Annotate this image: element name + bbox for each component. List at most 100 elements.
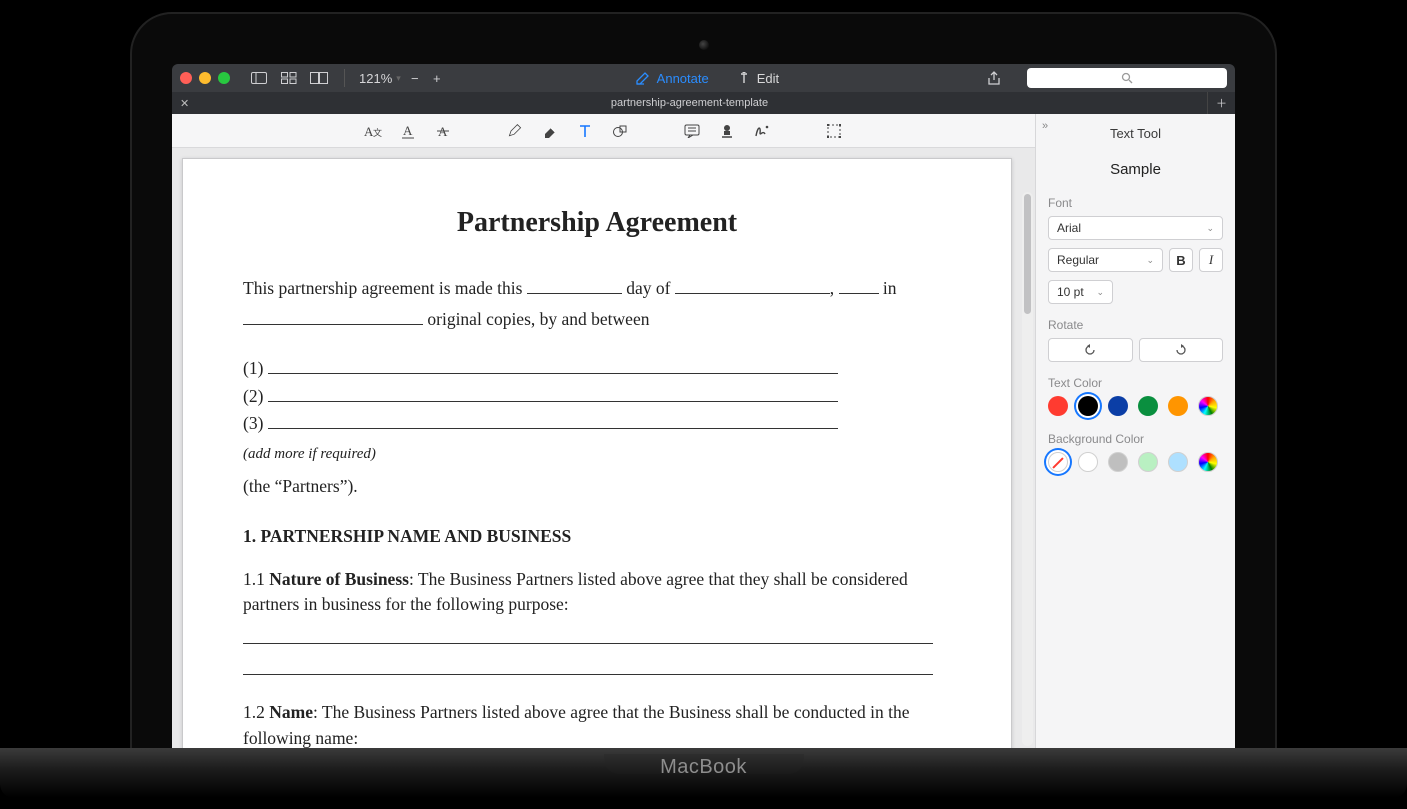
vertical-scrollbar[interactable]	[1022, 192, 1033, 746]
strikethrough-tool[interactable]: A	[430, 118, 456, 144]
annotate-icon	[635, 70, 651, 86]
pencil-tool[interactable]	[502, 118, 528, 144]
doc-title: Partnership Agreement	[243, 203, 951, 244]
zoom-level-select[interactable]: 121% ▾	[359, 71, 401, 86]
font-family-select[interactable]: Arial ⌄	[1048, 216, 1223, 240]
chevron-down-icon: ⌄	[1146, 255, 1154, 266]
underline-tool[interactable]: A	[395, 118, 421, 144]
italic-toggle[interactable]: I	[1199, 248, 1223, 272]
document-area: A文 A A	[172, 114, 1035, 750]
text-color-swatch[interactable]	[1168, 396, 1188, 416]
titlebar: 121% ▾ − + Annotate Edit	[172, 64, 1235, 92]
bg-color-picker-button[interactable]	[1198, 452, 1218, 472]
text-color-swatch[interactable]	[1048, 396, 1068, 416]
annotate-mode-label: Annotate	[657, 71, 709, 86]
partner-line-3: (3)	[243, 411, 951, 436]
font-size-select[interactable]: 10 pt ⌄	[1048, 280, 1113, 304]
font-section-label: Font	[1048, 196, 1223, 210]
add-tab-button[interactable]: ＋	[1207, 92, 1235, 114]
rotate-cw-button[interactable]	[1139, 338, 1224, 362]
doc-addmore-note: (add more if required)	[243, 444, 951, 466]
close-window-button[interactable]	[180, 72, 192, 84]
sidebar-panel-title: Text Tool	[1048, 126, 1223, 141]
text-color-section-label: Text Color	[1048, 376, 1223, 390]
separator	[344, 69, 345, 87]
bg-color-swatch[interactable]	[1108, 452, 1128, 472]
webcam-icon	[699, 40, 709, 50]
bg-color-swatch[interactable]	[1138, 452, 1158, 472]
share-button[interactable]	[983, 67, 1005, 89]
zoom-in-button[interactable]: +	[429, 67, 445, 89]
doc-intro-line2: original copies, by and between	[243, 307, 951, 332]
edit-mode-label: Edit	[757, 71, 779, 86]
font-size-value: 10 pt	[1057, 285, 1084, 299]
tab-document[interactable]: ✕ partnership-agreement-template	[172, 92, 1207, 114]
collapse-sidebar-button[interactable]: »	[1042, 120, 1048, 132]
rotate-cw-icon	[1174, 343, 1188, 357]
font-family-value: Arial	[1057, 221, 1081, 235]
note-tool[interactable]	[679, 118, 705, 144]
text-color-picker-button[interactable]	[1198, 396, 1218, 416]
rotate-ccw-icon	[1083, 343, 1097, 357]
annotation-toolbar: A文 A A	[172, 114, 1035, 148]
doc-section-1-1: 1.1 Nature of Business: The Business Par…	[243, 567, 951, 618]
svg-text:A: A	[403, 123, 413, 138]
zoom-out-button[interactable]: −	[407, 67, 423, 89]
fullscreen-window-button[interactable]	[218, 72, 230, 84]
app-window: 121% ▾ − + Annotate Edit	[172, 64, 1235, 750]
bg-color-swatch[interactable]	[1078, 452, 1098, 472]
text-sample-preview: Sample	[1048, 161, 1223, 178]
thumbnails-view-button[interactable]	[278, 67, 300, 89]
doc-partners-clause: (the “Partners”).	[243, 474, 951, 499]
eraser-tool[interactable]	[537, 118, 563, 144]
search-icon	[1121, 72, 1133, 84]
search-field[interactable]	[1027, 68, 1227, 88]
document-page: Partnership Agreement This partnership a…	[182, 158, 1012, 750]
app-body: A文 A A	[172, 114, 1235, 750]
signature-tool[interactable]	[749, 118, 775, 144]
partner-line-1: (1)	[243, 356, 951, 381]
text-color-swatch[interactable]	[1138, 396, 1158, 416]
shape-tool[interactable]	[607, 118, 633, 144]
inspector-sidebar: » Text Tool Sample Font Arial ⌄ Regular …	[1035, 114, 1235, 750]
doc-section-1-2: 1.2 Name: The Business Partners listed a…	[243, 700, 951, 750]
chevron-down-icon: ⌄	[1206, 223, 1214, 234]
text-color-swatch[interactable]	[1078, 396, 1098, 416]
stamp-tool[interactable]	[714, 118, 740, 144]
scrollbar-thumb[interactable]	[1024, 194, 1031, 314]
screen-bezel: 121% ▾ − + Annotate Edit	[172, 64, 1235, 750]
font-style-select[interactable]: Regular ⌄	[1048, 248, 1163, 272]
laptop-brand-label: MacBook	[0, 756, 1407, 779]
blank-line	[243, 657, 951, 682]
tab-bar: ✕ partnership-agreement-template ＋	[172, 92, 1235, 114]
window-controls	[180, 72, 230, 84]
annotate-mode-button[interactable]: Annotate	[635, 70, 709, 86]
bold-toggle[interactable]: B	[1169, 248, 1193, 272]
bg-color-swatch[interactable]	[1048, 452, 1068, 472]
bg-color-swatches	[1048, 452, 1223, 472]
bg-color-swatch[interactable]	[1168, 452, 1188, 472]
rotate-ccw-button[interactable]	[1048, 338, 1133, 362]
page-canvas[interactable]: Partnership Agreement This partnership a…	[172, 148, 1035, 750]
toggle-sidebar-button[interactable]	[248, 67, 270, 89]
edit-mode-button[interactable]: Edit	[737, 71, 779, 86]
text-color-swatch[interactable]	[1108, 396, 1128, 416]
edit-icon	[737, 71, 751, 85]
font-style-value: Regular	[1057, 253, 1099, 267]
minimize-window-button[interactable]	[199, 72, 211, 84]
zoom-controls: 121% ▾ − +	[359, 67, 445, 89]
doc-section-1-heading: 1. PARTNERSHIP NAME AND BUSINESS	[243, 524, 951, 549]
laptop-frame: 121% ▾ − + Annotate Edit	[130, 12, 1277, 757]
svg-text:文: 文	[373, 127, 382, 138]
dual-page-view-button[interactable]	[308, 67, 330, 89]
laptop-base: MacBook	[0, 748, 1407, 798]
text-box-tool[interactable]	[572, 118, 598, 144]
text-style-tool[interactable]: A文	[360, 118, 386, 144]
selection-tool[interactable]	[821, 118, 847, 144]
chevron-down-icon: ⌄	[1096, 287, 1104, 298]
zoom-level-value: 121%	[359, 71, 392, 86]
close-tab-button[interactable]: ✕	[180, 97, 189, 110]
rotate-section-label: Rotate	[1048, 318, 1223, 332]
doc-intro-line1: This partnership agreement is made this …	[243, 276, 951, 301]
partner-line-2: (2)	[243, 384, 951, 409]
